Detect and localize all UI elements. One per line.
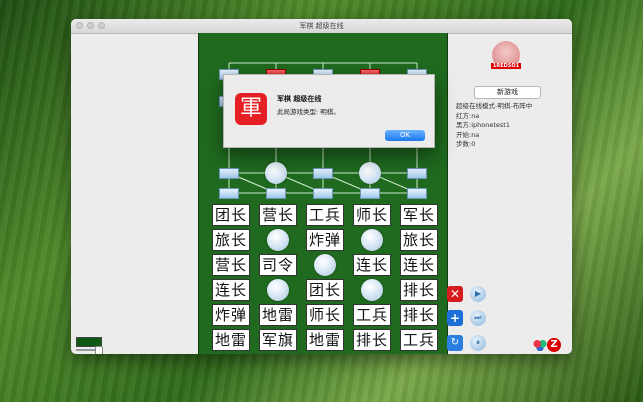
board-piece[interactable]: 连长 xyxy=(212,279,250,301)
board-piece[interactable]: 营长 xyxy=(212,254,250,276)
board-piece[interactable]: 地雷 xyxy=(212,329,250,351)
avatar-label: 1REDSO1 xyxy=(491,63,521,69)
dialog-message: 此局游戏类型: 明棋。 xyxy=(277,108,340,116)
info-steps: 步数:0 xyxy=(456,140,476,148)
opponent-piece[interactable] xyxy=(313,168,333,179)
board-piece[interactable]: 排长 xyxy=(353,329,391,351)
z-logo-icon[interactable]: Z xyxy=(547,338,561,352)
game-info: 超级在线模式-明棋-布阵中 红方:na 黑方:iphonetest1 开始:na… xyxy=(456,102,532,150)
ok-button[interactable]: OK xyxy=(385,130,425,141)
game-center-icon[interactable] xyxy=(533,339,547,351)
board-piece[interactable]: 旅长 xyxy=(212,229,250,251)
board-piece[interactable]: 工兵 xyxy=(400,329,438,351)
opponent-piece[interactable] xyxy=(313,188,333,199)
pause-icon[interactable]: ⏸ xyxy=(470,335,486,351)
slider-thumb[interactable] xyxy=(95,346,103,354)
board-piece[interactable]: 军旗 xyxy=(259,329,297,351)
board-piece[interactable]: 营长 xyxy=(259,204,297,226)
cancel-icon[interactable]: ✕ xyxy=(447,286,463,302)
board-piece[interactable]: 师长 xyxy=(306,304,344,326)
zoom-window-button[interactable] xyxy=(98,22,105,29)
opponent-piece[interactable] xyxy=(360,188,380,199)
window-title: 军棋 超级在线 xyxy=(299,22,344,30)
minimize-window-button[interactable] xyxy=(87,22,94,29)
camp-station[interactable] xyxy=(361,229,383,251)
board-piece[interactable]: 师长 xyxy=(353,204,391,226)
window-controls xyxy=(76,22,105,29)
alert-dialog: 軍 军棋 超级在线 此局游戏类型: 明棋。 OK xyxy=(223,74,435,148)
board-piece[interactable]: 炸弹 xyxy=(306,229,344,251)
board-piece[interactable]: 工兵 xyxy=(306,204,344,226)
board-piece[interactable]: 炸弹 xyxy=(212,304,250,326)
opponent-piece[interactable] xyxy=(407,188,427,199)
board-piece[interactable]: 地雷 xyxy=(306,329,344,351)
opponent-piece[interactable] xyxy=(407,168,427,179)
info-red: 红方:na xyxy=(456,111,480,120)
opponent-piece[interactable] xyxy=(266,188,286,199)
refresh-icon[interactable]: ↻ xyxy=(447,335,463,351)
camp-station[interactable] xyxy=(267,279,289,301)
camp-station[interactable] xyxy=(265,162,287,184)
app-icon: 軍 xyxy=(235,93,267,125)
info-mode: 超级在线模式-明棋-布阵中 xyxy=(456,102,533,110)
info-start: 开始:na xyxy=(456,130,480,139)
board-piece[interactable]: 工兵 xyxy=(353,304,391,326)
close-window-button[interactable] xyxy=(76,22,83,29)
add-icon[interactable]: + xyxy=(447,310,463,326)
board-piece[interactable]: 司令 xyxy=(259,254,297,276)
board-piece[interactable]: 旅长 xyxy=(400,229,438,251)
play-icon[interactable]: ▶ xyxy=(470,286,486,302)
board-piece[interactable]: 排长 xyxy=(400,304,438,326)
camp-station[interactable] xyxy=(314,254,336,276)
info-black: 黑方:iphonetest1 xyxy=(456,121,510,129)
camp-station[interactable] xyxy=(359,162,381,184)
camp-station[interactable] xyxy=(361,279,383,301)
app-window: 军棋 超级在线 团长 营长 工兵 师长 军长 旅长 炸弹 旅长 营长 司令 连长 连长 xyxy=(71,19,572,354)
opponent-piece[interactable] xyxy=(219,168,239,179)
dialog-title: 军棋 超级在线 xyxy=(277,95,322,103)
board-piece[interactable]: 团长 xyxy=(306,279,344,301)
board-piece[interactable]: 地雷 xyxy=(259,304,297,326)
board-piece[interactable]: 排长 xyxy=(400,279,438,301)
board-piece[interactable]: 军长 xyxy=(400,204,438,226)
forward-icon[interactable]: ⏭ xyxy=(470,310,486,326)
board-piece[interactable]: 连长 xyxy=(353,254,391,276)
new-game-button[interactable]: 新游戏 xyxy=(474,86,541,99)
board-piece[interactable]: 团长 xyxy=(212,204,250,226)
opponent-piece[interactable] xyxy=(219,188,239,199)
titlebar: 军棋 超级在线 xyxy=(71,19,572,34)
camp-station[interactable] xyxy=(267,229,289,251)
board-piece[interactable]: 连长 xyxy=(400,254,438,276)
